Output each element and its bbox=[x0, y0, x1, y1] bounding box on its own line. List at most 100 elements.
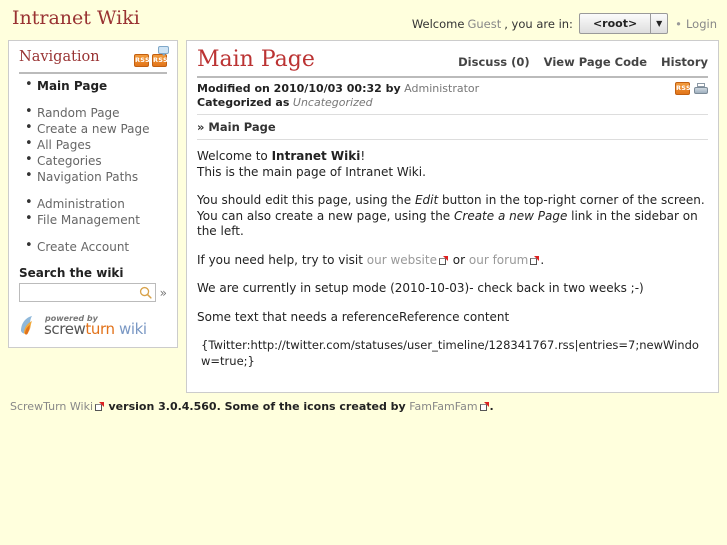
sidebar-item-categories[interactable]: Categories bbox=[23, 152, 167, 169]
wordmark-turn: turn bbox=[85, 320, 115, 338]
edit-emphasis: Edit bbox=[414, 193, 439, 207]
history-link[interactable]: History bbox=[661, 55, 708, 69]
page-rss-icon[interactable]: RSS bbox=[675, 82, 691, 95]
sidebar-link-all-pages[interactable]: All Pages bbox=[37, 138, 91, 152]
sidebar-item-random-page[interactable]: Random Page bbox=[23, 104, 167, 121]
sidebar-item-file-management[interactable]: File Management bbox=[23, 211, 167, 228]
version-text: version 3.0.4.560. Some of the icons cre… bbox=[108, 400, 406, 413]
famfamfam-link[interactable]: FamFamFam bbox=[409, 400, 477, 413]
welcome-text-a: Welcome to bbox=[197, 149, 272, 163]
nav-spacer-3 bbox=[19, 228, 167, 239]
content-panel: Main Page Discuss (0) View Page Code His… bbox=[186, 40, 719, 393]
sidebar-link-create-page[interactable]: Create a new Page bbox=[37, 122, 150, 136]
chevron-down-icon[interactable]: ▼ bbox=[651, 14, 667, 33]
sidebar-item-all-pages[interactable]: All Pages bbox=[23, 136, 167, 153]
page-header: Intranet Wiki Welcome Guest , you are in… bbox=[0, 0, 727, 40]
wordmark-screw: screw bbox=[44, 320, 86, 338]
paragraph-welcome: Welcome to Intranet Wiki! This is the mai… bbox=[197, 149, 708, 180]
welcome-wiki-name: Intranet Wiki bbox=[271, 149, 361, 163]
view-page-code-link[interactable]: View Page Code bbox=[544, 55, 647, 69]
speech-bubble-icon bbox=[158, 46, 169, 56]
sidebar-link-main-page[interactable]: Main Page bbox=[37, 79, 107, 93]
search-input[interactable] bbox=[20, 284, 155, 301]
page-footer: ScrewTurn Wiki version 3.0.4.560. Some o… bbox=[0, 393, 727, 413]
sidebar-link-administration[interactable]: Administration bbox=[37, 197, 125, 211]
category-value: Uncategorized bbox=[292, 96, 373, 109]
printer-body bbox=[694, 86, 708, 94]
modified-prefix: Modified on 2010/10/03 00:32 by bbox=[197, 82, 401, 95]
sidebar-header: Navigation RSS RSS bbox=[19, 46, 169, 74]
namespace-prefix-label: , you are in: bbox=[504, 16, 573, 31]
search-icon[interactable] bbox=[139, 286, 152, 299]
sidebar-link-file-management[interactable]: File Management bbox=[37, 213, 140, 227]
welcome-label: Welcome bbox=[411, 16, 465, 31]
page-action-links: Discuss (0) View Page Code History bbox=[458, 55, 708, 73]
paragraph-twitter-macro: {Twitter:http://twitter.com/statuses/use… bbox=[201, 338, 699, 368]
footer-period: . bbox=[489, 400, 494, 413]
login-link[interactable]: Login bbox=[686, 17, 717, 31]
sidebar-item-navigation-paths[interactable]: Navigation Paths bbox=[23, 168, 167, 185]
rss-icon[interactable]: RSS bbox=[134, 54, 150, 67]
search-section-label: Search the wiki bbox=[19, 266, 124, 280]
welcome-line-2: This is the main page of Intranet Wiki. bbox=[197, 164, 426, 179]
sidebar-nav-primary: Main Page bbox=[19, 77, 167, 94]
paragraph-reference: Some text that needs a referenceReferenc… bbox=[197, 309, 510, 324]
sidebar-link-categories[interactable]: Categories bbox=[37, 154, 102, 168]
search-row: » bbox=[19, 283, 167, 302]
nav-spacer-1 bbox=[19, 94, 167, 105]
sidebar-title: Navigation bbox=[19, 49, 100, 65]
powered-by-text: powered by screwturn wiki bbox=[44, 315, 147, 337]
edit-hint-a: You should edit this page, using the bbox=[197, 193, 415, 207]
powered-by-logo[interactable]: powered by screwturn wiki bbox=[19, 315, 167, 337]
search-submit-button[interactable]: » bbox=[160, 286, 167, 300]
namespace-select[interactable]: <root> ▼ bbox=[578, 13, 669, 34]
rss-icon-wrapper[interactable]: RSS bbox=[134, 51, 150, 67]
search-box[interactable] bbox=[19, 283, 156, 302]
rss-discussion-icon-wrapper[interactable]: RSS bbox=[152, 46, 169, 67]
namespace-selected-value: <root> bbox=[580, 14, 652, 33]
sidebar-link-create-account[interactable]: Create Account bbox=[37, 240, 129, 254]
sidebar-item-create-page[interactable]: Create a new Page bbox=[23, 120, 167, 137]
paragraph-edit-hint: You should edit this page, using the Edi… bbox=[197, 193, 708, 240]
modified-by-user: Administrator bbox=[404, 82, 480, 95]
our-forum-link[interactable]: our forum bbox=[469, 253, 529, 267]
help-text-a: If you need help, try to visit bbox=[197, 252, 367, 267]
screwturn-leaf-icon bbox=[19, 315, 39, 337]
printer-icon[interactable] bbox=[694, 82, 708, 95]
sidebar-item-create-account[interactable]: Create Account bbox=[23, 238, 167, 255]
sidebar-feed-icons: RSS RSS bbox=[134, 46, 169, 67]
discuss-link[interactable]: Discuss (0) bbox=[458, 55, 530, 69]
wordmark-wiki: wiki bbox=[118, 320, 147, 338]
paragraph-help: If you need help, try to visit our websi… bbox=[197, 253, 708, 269]
sidebar: Navigation RSS RSS Main Page Random Page bbox=[8, 40, 178, 348]
sidebar-nav-admin: Administration File Management bbox=[19, 195, 167, 228]
screwturn-wiki-link[interactable]: ScrewTurn Wiki bbox=[10, 400, 93, 413]
page-title: Main Page bbox=[197, 47, 315, 72]
page-layout: Navigation RSS RSS Main Page Random Page bbox=[0, 40, 727, 393]
sidebar-link-random-page[interactable]: Random Page bbox=[37, 106, 120, 120]
external-link-icon bbox=[438, 255, 448, 265]
sidebar-item-main-page[interactable]: Main Page bbox=[23, 77, 167, 94]
sidebar-item-administration[interactable]: Administration bbox=[23, 195, 167, 212]
page-tool-icons: RSS bbox=[675, 82, 708, 95]
our-website-link[interactable]: our website bbox=[367, 253, 437, 267]
user-status-strip: Welcome Guest , you are in: <root> ▼ • L… bbox=[412, 13, 717, 34]
page-metadata: Modified on 2010/10/03 00:32 by Administ… bbox=[197, 78, 708, 115]
sidebar-nav-account: Create Account bbox=[19, 238, 167, 255]
content-header: Main Page Discuss (0) View Page Code His… bbox=[197, 47, 708, 78]
page-body: Welcome to Intranet Wiki! This is the mai… bbox=[197, 140, 708, 369]
categorized-line: Categorized as Uncategorized bbox=[197, 96, 708, 110]
nav-spacer-2 bbox=[19, 185, 167, 196]
help-text-c: . bbox=[540, 252, 545, 267]
current-user-name: Guest bbox=[467, 16, 502, 31]
breadcrumb: » Main Page bbox=[197, 115, 708, 140]
welcome-text-c: ! bbox=[360, 149, 366, 163]
separator-dot: • bbox=[675, 16, 682, 31]
external-link-icon bbox=[479, 402, 489, 411]
sidebar-link-navigation-paths[interactable]: Navigation Paths bbox=[37, 170, 138, 184]
screwturn-wordmark: screwturn wiki bbox=[44, 322, 147, 337]
sidebar-nav-secondary: Random Page Create a new Page All Pages … bbox=[19, 104, 167, 185]
create-page-emphasis: Create a new Page bbox=[454, 208, 568, 223]
paragraph-setup-mode: We are currently in setup mode (2010-10-… bbox=[197, 281, 644, 295]
printer-paper bbox=[697, 82, 705, 87]
